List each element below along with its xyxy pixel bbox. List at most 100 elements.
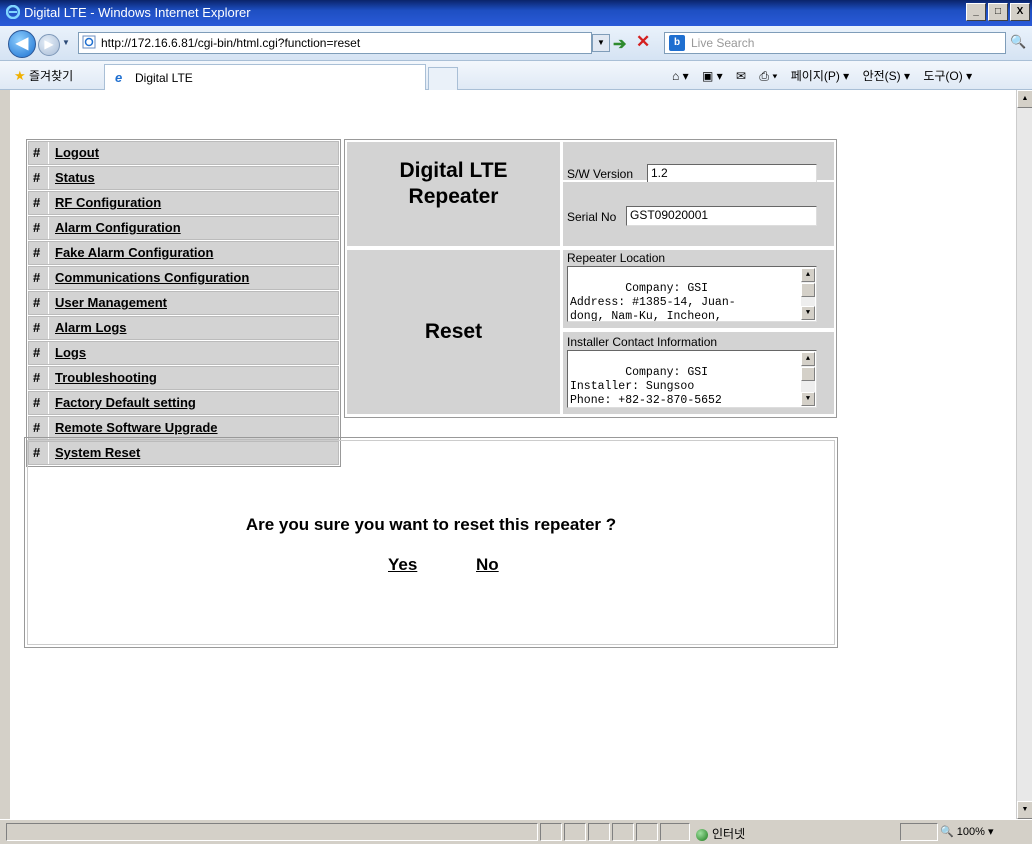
- back-button[interactable]: ◀: [8, 30, 36, 58]
- menu-hash: #: [33, 420, 41, 435]
- serial-label: Serial No: [567, 210, 617, 224]
- menu-link[interactable]: Communications Configuration: [55, 270, 249, 285]
- menu-link[interactable]: User Management: [55, 295, 167, 310]
- menu-link[interactable]: Fake Alarm Configuration: [55, 245, 213, 260]
- installer-label: Installer Contact Information: [567, 335, 718, 349]
- scroll-up-icon[interactable]: ▲: [1017, 90, 1032, 108]
- main-menu: # Logout # Status # RF Configuration # Alarm…: [26, 139, 341, 467]
- menu-hash: #: [33, 220, 41, 235]
- zone-label: 인터넷: [712, 827, 746, 841]
- menu-item-alarm-logs[interactable]: # Alarm Logs: [28, 316, 339, 340]
- minimize-button[interactable]: _: [966, 3, 986, 21]
- ie-tab-icon: e: [115, 70, 123, 85]
- address-url[interactable]: http://172.16.6.81/cgi-bin/html.cgi?func…: [101, 36, 360, 50]
- page-menu[interactable]: 페이지(P) ▾: [791, 69, 849, 83]
- menu-link[interactable]: RF Configuration: [55, 195, 161, 210]
- stop-icon[interactable]: ✕: [636, 32, 650, 52]
- location-text: Company: GSI Address: #1385-14, Juan- do…: [570, 282, 736, 322]
- close-button[interactable]: X: [1010, 3, 1030, 21]
- no-link[interactable]: No: [476, 555, 499, 575]
- menu-item-troubleshooting[interactable]: # Troubleshooting: [28, 366, 339, 390]
- menu-hash: #: [33, 295, 41, 310]
- scroll-up-icon[interactable]: ▲: [801, 352, 815, 366]
- menu-link[interactable]: Troubleshooting: [55, 370, 157, 385]
- star-icon: ★: [14, 68, 26, 83]
- menu-item-factory-default-setting[interactable]: # Factory Default setting: [28, 391, 339, 415]
- feeds-icon[interactable]: ▣ ▾: [702, 69, 723, 83]
- menu-item-status[interactable]: # Status: [28, 166, 339, 190]
- scroll-down-icon[interactable]: ▼: [801, 306, 815, 320]
- menu-link[interactable]: Logs: [55, 345, 86, 360]
- menu-item-fake-alarm-configuration[interactable]: # Fake Alarm Configuration: [28, 241, 339, 265]
- title-bar: Digital LTE - Windows Internet Explorer …: [0, 0, 1032, 26]
- security-zone: 인터넷: [696, 825, 745, 842]
- menu-hash: #: [33, 345, 41, 360]
- menu-hash: #: [33, 395, 41, 410]
- command-bar: ⌂ ▾ ▣ ▾ ✉ ⎙ ▾ 페이지(P) ▾ 안전(S) ▾ 도구(O) ▾: [672, 67, 982, 84]
- menu-link[interactable]: Alarm Logs: [55, 320, 127, 335]
- serial-cell: Serial No GST09020001: [563, 182, 834, 246]
- menu-link[interactable]: Remote Software Upgrade: [55, 420, 218, 435]
- location-textarea[interactable]: Company: GSI Address: #1385-14, Juan- do…: [567, 266, 817, 322]
- scroll-up-icon[interactable]: ▲: [801, 268, 815, 282]
- page-title-cell: Reset: [347, 250, 560, 414]
- browser-window: Digital LTE - Windows Internet Explorer …: [0, 0, 1032, 844]
- live-search-icon: b: [669, 35, 685, 51]
- product-name-line1: Digital LTE: [399, 159, 508, 182]
- vertical-scrollbar[interactable]: ▲ ▼: [1016, 90, 1032, 819]
- location-scrollbar[interactable]: ▲ ▼: [801, 268, 815, 320]
- navigation-bar: ◀ ▶ ▼ http://172.16.6.81/cgi-bin/html.cg…: [0, 26, 1032, 61]
- location-cell: Repeater Location Company: GSI Address: …: [563, 250, 834, 328]
- sw-version-field[interactable]: 1.2: [647, 164, 817, 184]
- installer-textarea[interactable]: Company: GSI Installer: Sungsoo Phone: +…: [567, 350, 817, 408]
- search-placeholder[interactable]: Live Search: [691, 36, 754, 50]
- scroll-down-icon[interactable]: ▼: [1017, 801, 1032, 819]
- menu-link[interactable]: Alarm Configuration: [55, 220, 181, 235]
- menu-item-rf-configuration[interactable]: # RF Configuration: [28, 191, 339, 215]
- zoom-control[interactable]: 🔍 100% ▾: [940, 825, 993, 838]
- tab-title: Digital LTE: [135, 71, 193, 85]
- scroll-down-icon[interactable]: ▼: [801, 392, 815, 406]
- tab-digital-lte[interactable]: e Digital LTE: [104, 64, 426, 90]
- menu-item-logs[interactable]: # Logs: [28, 341, 339, 365]
- tools-menu[interactable]: 도구(O) ▾: [923, 69, 972, 83]
- status-bar: 인터넷 🔍 100% ▾: [0, 819, 1032, 844]
- menu-link[interactable]: Factory Default setting: [55, 395, 196, 410]
- reset-question: Are you sure you want to reset this repe…: [245, 515, 617, 534]
- favorites-bar: ★ 즐겨찾기 e Digital LTE ⌂ ▾ ▣ ▾ ✉ ⎙ ▾ 페이지(P…: [0, 61, 1032, 91]
- yes-link[interactable]: Yes: [388, 555, 417, 575]
- address-bar[interactable]: http://172.16.6.81/cgi-bin/html.cgi?func…: [78, 32, 592, 54]
- menu-link[interactable]: Logout: [55, 145, 99, 160]
- menu-hash: #: [33, 145, 41, 160]
- maximize-button[interactable]: □: [988, 3, 1008, 21]
- location-label: Repeater Location: [567, 251, 666, 265]
- go-arrow-icon[interactable]: ➔: [613, 34, 626, 54]
- safety-menu[interactable]: 안전(S) ▾: [863, 69, 910, 83]
- favorites-button[interactable]: ★ 즐겨찾기: [14, 67, 73, 84]
- forward-button[interactable]: ▶: [38, 34, 60, 56]
- home-icon[interactable]: ⌂ ▾: [672, 69, 689, 83]
- page-title: Reset: [424, 320, 483, 343]
- product-cell: Digital LTE Repeater: [347, 142, 560, 246]
- search-icon[interactable]: 🔍: [1010, 34, 1026, 50]
- new-tab-button[interactable]: [428, 67, 458, 91]
- menu-hash: #: [33, 270, 41, 285]
- header-panel: Digital LTE Repeater Reset S/W Version 1…: [344, 139, 837, 418]
- serial-field[interactable]: GST09020001: [626, 206, 817, 226]
- menu-item-alarm-configuration[interactable]: # Alarm Configuration: [28, 216, 339, 240]
- history-dropdown-icon[interactable]: ▼: [62, 38, 70, 47]
- menu-item-communications-configuration[interactable]: # Communications Configuration: [28, 266, 339, 290]
- address-dropdown-icon[interactable]: ▼: [592, 34, 610, 52]
- mail-icon[interactable]: ✉: [736, 69, 746, 83]
- product-name-line2: Repeater: [408, 185, 499, 208]
- print-icon[interactable]: ⎙ ▾: [759, 69, 777, 83]
- menu-item-logout[interactable]: # Logout: [28, 141, 339, 165]
- menu-item-user-management[interactable]: # User Management: [28, 291, 339, 315]
- globe-icon: [696, 828, 708, 841]
- protected-mode-icon[interactable]: [900, 823, 938, 841]
- menu-link[interactable]: Status: [55, 170, 95, 185]
- installer-scrollbar[interactable]: ▲ ▼: [801, 352, 815, 406]
- installer-cell: Installer Contact Information Company: G…: [563, 332, 834, 414]
- menu-hash: #: [33, 320, 41, 335]
- search-box[interactable]: b Live Search: [664, 32, 1006, 54]
